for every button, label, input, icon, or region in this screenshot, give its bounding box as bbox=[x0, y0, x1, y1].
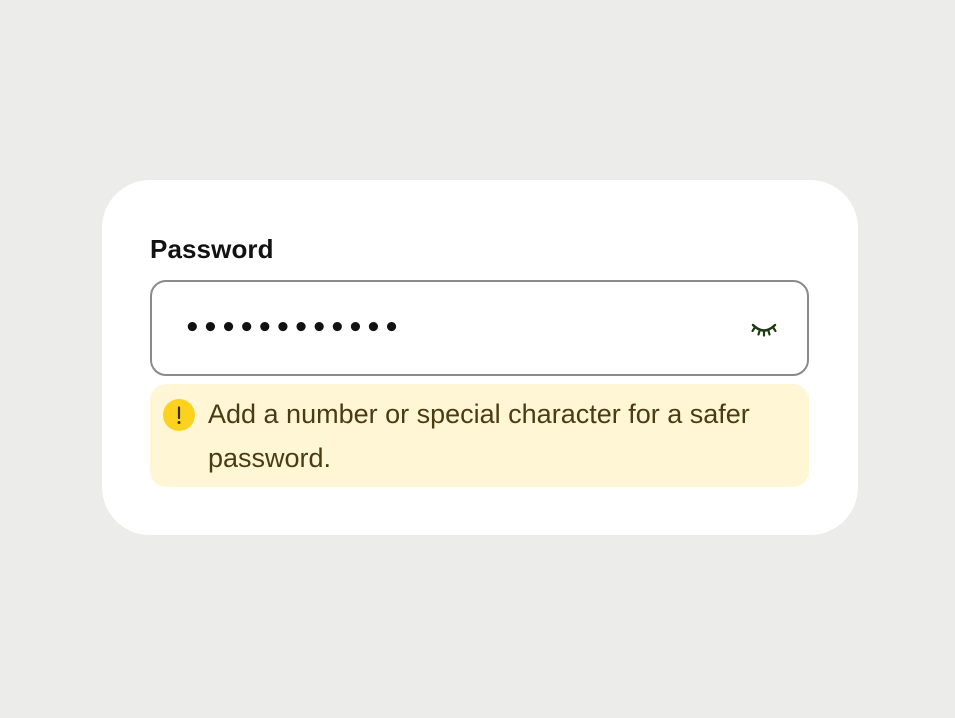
password-card: Password •••••••••••• Add a number or sp… bbox=[102, 180, 858, 535]
eye-closed-icon bbox=[751, 323, 777, 337]
password-input[interactable]: •••••••••••• bbox=[150, 280, 809, 376]
show-password-toggle[interactable] bbox=[749, 314, 779, 344]
password-masked-value: •••••••••••• bbox=[184, 313, 402, 343]
password-strength-warning: Add a number or special character for a … bbox=[150, 384, 809, 487]
warning-message: Add a number or special character for a … bbox=[208, 399, 750, 473]
password-label: Password bbox=[150, 234, 274, 264]
exclamation-icon bbox=[163, 399, 195, 431]
